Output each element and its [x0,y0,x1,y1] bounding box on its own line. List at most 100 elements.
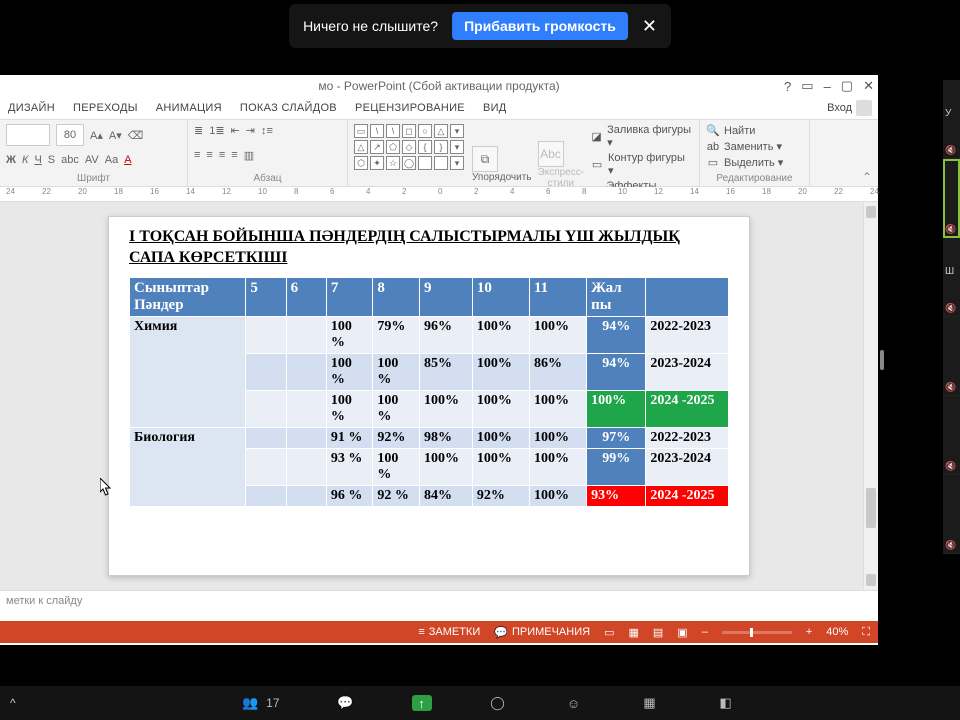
apps-button[interactable]: ◧ [716,695,736,711]
chat-button[interactable]: 💬 [336,695,356,711]
numbering-button[interactable]: 1≣ [209,124,224,137]
table-cell: 100% [472,390,529,427]
table-row: Химия100 %79%96%100%100%94%2022-2023 [130,316,729,353]
slide[interactable]: І ТОҚСАН БОЙЫНША ПӘНДЕРДІҢ САЛЫСТЫРМАЛЫ … [108,216,750,576]
participant-thumbnail[interactable]: 🔇 [943,475,960,554]
shapes-gallery[interactable]: ▭\\◻○△▾ △↗⬠◇{}▾ ⬡✦☆◯▾ [354,124,464,170]
line-spacing-button[interactable]: ↕≡ [261,125,273,137]
tab-transitions[interactable]: ПЕРЕХОДЫ [73,102,138,114]
decrease-font-icon[interactable]: A▾ [109,129,122,142]
ruler-tick: 14 [690,187,699,196]
table-cell: 96% [419,316,472,353]
table-cell: 98% [419,427,472,448]
justify-button[interactable]: ≡ [231,149,237,161]
fit-window-icon[interactable]: ⛶ [862,626,870,639]
columns-button[interactable]: ▥ [244,149,254,162]
ribbon-options-icon[interactable]: ▭ [801,78,813,94]
underline-button[interactable]: Ч [34,154,41,166]
record-button[interactable]: ◯ [488,695,508,711]
bullets-button[interactable]: ≣ [194,124,203,137]
reactions-button[interactable]: ☺ [564,695,584,711]
align-center-button[interactable]: ≡ [206,149,212,161]
table-cell: 100% [419,390,472,427]
reading-view-icon[interactable]: ▤ [653,626,663,639]
increase-volume-button[interactable]: Прибавить громкость [452,12,628,40]
participants-button[interactable]: 👥 17 [240,695,279,711]
sorter-view-icon[interactable]: ▦ [628,626,638,639]
table-cell [246,485,286,506]
strike-button[interactable]: S [48,154,55,166]
more-controls-chevron-icon[interactable]: ^ [10,696,16,710]
table-cell [246,427,286,448]
th-7: 7 [326,277,373,316]
shadow-button[interactable]: abc [61,154,79,166]
select-button[interactable]: ▭Выделить ▾ [706,156,803,169]
spacing-button[interactable]: AV [85,154,99,166]
table-cell: 92 % [373,485,420,506]
participant-thumbnail[interactable]: 🔇 [943,396,960,475]
arrange-label: Упорядочить [472,172,532,183]
outdent-button[interactable]: ⇤ [231,124,240,137]
participant-thumbnail[interactable]: Ш🔇 [943,238,960,317]
bold-button[interactable]: Ж [6,154,16,166]
vertical-scrollbar[interactable] [863,202,878,590]
notes-button[interactable]: ≡ЗАМЕТКИ [418,626,480,638]
shape-outline-button[interactable]: ▭Контур фигуры ▾ [590,152,693,177]
tab-animation[interactable]: АНИМАЦИЯ [156,102,222,114]
font-color-button[interactable]: A [124,154,131,166]
font-family-select[interactable] [6,124,50,146]
comments-button[interactable]: 💬ПРИМЕЧАНИЯ [494,626,590,639]
scroll-up-button[interactable] [866,206,876,218]
help-icon[interactable]: ? [784,79,791,94]
group-paragraph: ≣ 1≣ ⇤ ⇥ ↕≡ ≡ ≡ ≡ ≡ ▥ Абзац [188,120,348,186]
case-button[interactable]: Aa [105,154,118,166]
normal-view-icon[interactable]: ▭ [604,626,614,639]
ruler-tick: 2 [474,187,478,196]
arrange-icon[interactable]: ⧉ [472,146,498,172]
table-cell: 100% [472,316,529,353]
resize-handle[interactable] [880,350,884,370]
align-left-button[interactable]: ≡ [194,149,200,161]
zoom-out-button[interactable]: – [702,626,708,638]
indent-button[interactable]: ⇥ [246,124,255,137]
quick-styles-icon[interactable]: Abc [538,141,564,167]
table-cell: 100 % [326,390,373,427]
tab-review[interactable]: РЕЦЕНЗИРОВАНИЕ [355,102,465,114]
close-button[interactable]: ✕ [863,78,874,94]
scroll-thumb[interactable] [866,488,876,528]
slideshow-view-icon[interactable]: ▣ [677,626,687,639]
shape-fill-button[interactable]: ◪Заливка фигуры ▾ [590,124,693,149]
breakout-button[interactable]: ▦ [640,695,660,711]
notes-pane[interactable]: метки к слайду [0,590,878,621]
find-button[interactable]: 🔍Найти [706,124,803,137]
notif-close-icon[interactable]: ✕ [642,16,657,37]
zoom-value[interactable]: 40% [826,626,848,638]
scroll-down-button[interactable] [866,574,876,586]
login-area[interactable]: Вход [827,100,872,116]
mute-icon: 🔇 [945,303,955,313]
font-size-select[interactable]: 80 [56,124,84,146]
ruler-tick: 8 [294,187,298,196]
tab-design[interactable]: ДИЗАЙН [8,102,55,114]
increase-font-icon[interactable]: A▴ [90,129,103,142]
tab-slideshow[interactable]: ПОКАЗ СЛАЙДОВ [240,102,337,114]
zoom-in-button[interactable]: + [806,626,812,638]
horizontal-ruler: 2422201816141210864202468101214161820222… [0,187,878,202]
maximize-button[interactable]: ▢ [841,78,853,94]
align-right-button[interactable]: ≡ [219,149,225,161]
participant-thumbnail[interactable]: 🔇 [943,159,960,238]
tab-view[interactable]: ВИД [483,102,507,114]
zoom-slider[interactable] [722,631,792,634]
minimize-button[interactable]: – [824,79,831,94]
slide-canvas[interactable]: І ТОҚСАН БОЙЫНША ПӘНДЕРДІҢ САЛЫСТЫРМАЛЫ … [0,202,878,590]
share-button[interactable]: ↑ [412,695,432,711]
total-cell: 99% [587,448,646,485]
th-5: 5 [246,277,286,316]
zoom-knob[interactable] [750,628,753,637]
collapse-ribbon-icon[interactable]: ⌃ [862,170,872,184]
clear-format-icon[interactable]: ⌫ [128,129,144,142]
italic-button[interactable]: К [22,154,28,166]
participant-thumbnail[interactable]: 🔇 [943,317,960,396]
participant-thumbnail[interactable]: У🔇 [943,80,960,159]
replace-button[interactable]: abЗаменить ▾ [706,140,803,153]
